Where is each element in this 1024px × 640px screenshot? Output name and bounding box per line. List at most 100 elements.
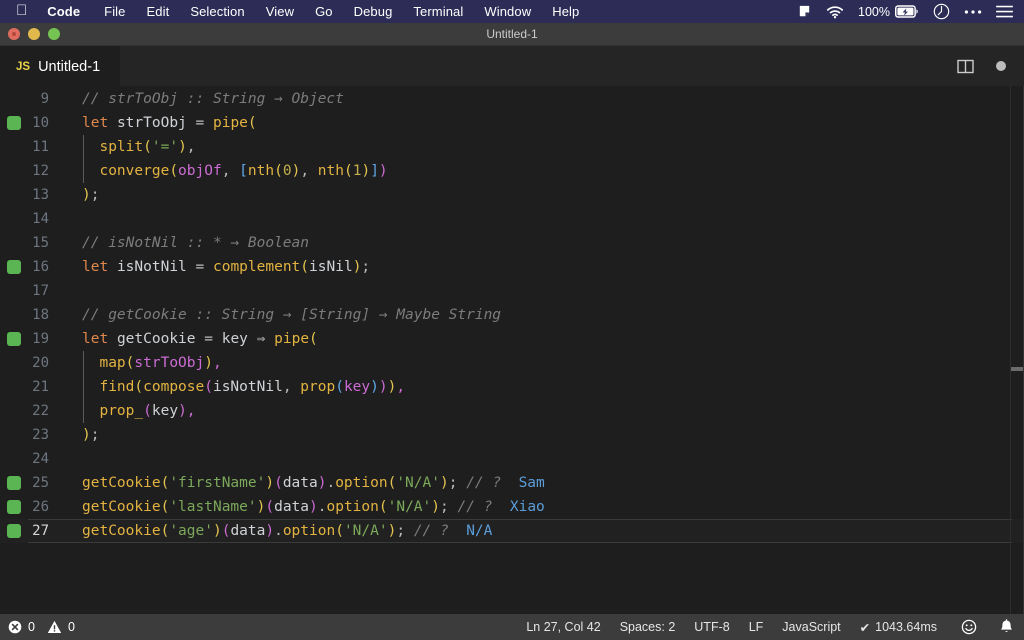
- code-line-18[interactable]: 18 // getCookie :: String → [String] → M…: [0, 303, 1024, 327]
- menu-item-view[interactable]: View: [266, 4, 294, 19]
- smiley-icon[interactable]: [961, 619, 977, 635]
- line-number: 11: [32, 139, 49, 155]
- battery-status[interactable]: 100%: [858, 5, 919, 19]
- menu-item-window[interactable]: Window: [484, 4, 531, 19]
- line-content: prop_(key),: [99, 403, 196, 419]
- line-content: let strToObj = pipe(: [82, 115, 257, 131]
- vscode-window: Untitled-1 JS Untitled-1 9 // strToObj :…: [0, 23, 1024, 640]
- macos-menu-bar:  Code File Edit Selection View Go Debug…: [0, 0, 1024, 23]
- ellipsis-icon[interactable]: [964, 9, 982, 15]
- unsaved-dot-icon[interactable]: [996, 61, 1006, 71]
- inline-result: N/A: [466, 523, 493, 539]
- menu-item-go[interactable]: Go: [315, 4, 333, 19]
- editor-vertical-scrollbar[interactable]: [1010, 86, 1024, 614]
- code-line-19[interactable]: 19 let getCookie = key ⇒ pipe(: [0, 327, 1024, 351]
- status-bar-right: Ln 27, Col 42 Spaces: 2 UTF-8 LF JavaScr…: [526, 619, 1014, 635]
- error-count: 0: [28, 620, 35, 634]
- line-number: 12: [32, 163, 49, 179]
- encoding-setting[interactable]: UTF-8: [694, 620, 729, 634]
- code-line-24[interactable]: 24: [0, 447, 1024, 471]
- line-number: 17: [32, 283, 49, 299]
- code-line-22[interactable]: 22 prop_(key),: [0, 399, 1024, 423]
- code-line-11[interactable]: 11 split('='),: [0, 135, 1024, 159]
- code-line-15[interactable]: 15 // isNotNil :: * → Boolean: [0, 231, 1024, 255]
- menu-item-code[interactable]: Code: [47, 4, 80, 19]
- wifi-icon[interactable]: [826, 5, 844, 19]
- code-line-10[interactable]: 10 let strToObj = pipe(: [0, 111, 1024, 135]
- line-number: 18: [32, 307, 49, 323]
- tab-untitled-1[interactable]: JS Untitled-1: [0, 46, 120, 86]
- bell-icon[interactable]: [999, 619, 1014, 635]
- code-line-9[interactable]: 9 // strToObj :: String → Object: [0, 87, 1024, 111]
- battery-icon: [895, 5, 919, 18]
- line-content: getCookie('firstName')(data).option('N/A…: [82, 475, 545, 491]
- editor-tab-bar: JS Untitled-1: [0, 46, 1024, 86]
- code-line-13[interactable]: 13 );: [0, 183, 1024, 207]
- menu-item-file[interactable]: File: [104, 4, 125, 19]
- dropbox-icon[interactable]: [797, 4, 812, 19]
- code-line-16[interactable]: 16 let isNotNil = complement(isNil);: [0, 255, 1024, 279]
- breakpoint-mark-icon[interactable]: [7, 500, 21, 514]
- warning-triangle-icon: [47, 620, 62, 635]
- tab-label: Untitled-1: [38, 58, 101, 75]
- menu-item-terminal[interactable]: Terminal: [413, 4, 463, 19]
- code-line-12[interactable]: 12 converge(objOf, [nth(0), nth(1)]): [0, 159, 1024, 183]
- menu-item-selection[interactable]: Selection: [190, 4, 244, 19]
- language-mode[interactable]: JavaScript: [782, 620, 840, 634]
- line-content: let isNotNil = complement(isNil);: [82, 259, 371, 275]
- window-title-bar: Untitled-1: [0, 23, 1024, 46]
- code-line-25[interactable]: 25 getCookie('firstName')(data).option('…: [0, 471, 1024, 495]
- inline-result: Sam: [518, 475, 545, 491]
- line-content: // strToObj :: String → Object: [82, 91, 344, 107]
- line-content: map(strToObj),: [99, 355, 222, 371]
- apple-logo-icon[interactable]: : [16, 3, 27, 18]
- code-line-20[interactable]: 20 map(strToObj),: [0, 351, 1024, 375]
- inline-result: Xiao: [509, 499, 545, 515]
- line-number: 14: [32, 211, 49, 227]
- split-editor-icon[interactable]: [957, 59, 974, 74]
- error-circle-icon: [8, 620, 22, 635]
- menu-item-debug[interactable]: Debug: [354, 4, 393, 19]
- code-line-26[interactable]: 26 getCookie('lastName')(data).option('N…: [0, 495, 1024, 519]
- code-lines: 9 // strToObj :: String → Object 10 let …: [0, 86, 1024, 543]
- window-title: Untitled-1: [486, 27, 538, 41]
- javascript-file-icon: JS: [16, 60, 31, 73]
- list-icon[interactable]: [996, 5, 1013, 18]
- eol-setting[interactable]: LF: [749, 620, 764, 634]
- menu-item-help[interactable]: Help: [552, 4, 579, 19]
- cursor-position[interactable]: Ln 27, Col 42: [526, 620, 600, 634]
- clock-icon[interactable]: [933, 3, 950, 20]
- line-number: 23: [32, 427, 49, 443]
- warning-count: 0: [67, 620, 75, 634]
- line-content: // getCookie :: String → [String] → Mayb…: [82, 307, 502, 323]
- line-content: converge(objOf, [nth(0), nth(1)]): [99, 163, 388, 179]
- line-content: getCookie('lastName')(data).option('N/A'…: [82, 499, 545, 515]
- indentation-setting[interactable]: Spaces: 2: [620, 620, 676, 634]
- line-content: // isNotNil :: * → Boolean: [82, 235, 309, 251]
- status-bar: 0 0 Ln 27, Col 42 Spaces: 2 UTF-8 LF Jav…: [0, 614, 1024, 640]
- code-editor[interactable]: 9 // strToObj :: String → Object 10 let …: [0, 86, 1024, 614]
- quokka-run-time[interactable]: ✔ 1043.64ms: [860, 620, 937, 635]
- line-number: 21: [32, 379, 49, 395]
- breakpoint-mark-icon[interactable]: [7, 332, 21, 346]
- line-content: );: [82, 187, 100, 203]
- breakpoint-mark-icon[interactable]: [7, 260, 21, 274]
- line-number: 9: [40, 91, 49, 107]
- breakpoint-mark-icon[interactable]: [7, 524, 21, 538]
- line-content: find(compose(isNotNil, prop(key))),: [99, 379, 406, 395]
- code-line-23[interactable]: 23 );: [0, 423, 1024, 447]
- menu-bar-status-icons: 100%: [797, 3, 1024, 20]
- code-line-21[interactable]: 21 find(compose(isNotNil, prop(key))),: [0, 375, 1024, 399]
- breakpoint-mark-icon[interactable]: [7, 476, 21, 490]
- line-number: 20: [32, 355, 49, 371]
- menu-item-edit[interactable]: Edit: [147, 4, 170, 19]
- scrollbar-marker[interactable]: [1011, 367, 1023, 371]
- breakpoint-mark-icon[interactable]: [7, 116, 21, 130]
- run-time-value: 1043.64ms: [875, 620, 937, 634]
- line-number: 13: [32, 187, 49, 203]
- code-line-17[interactable]: 17: [0, 279, 1024, 303]
- code-line-27[interactable]: 27 getCookie('age')(data).option('N/A');…: [0, 519, 1024, 543]
- line-content: let getCookie = key ⇒ pipe(: [82, 331, 318, 347]
- code-line-14[interactable]: 14: [0, 207, 1024, 231]
- status-bar-problems[interactable]: 0 0: [8, 620, 75, 635]
